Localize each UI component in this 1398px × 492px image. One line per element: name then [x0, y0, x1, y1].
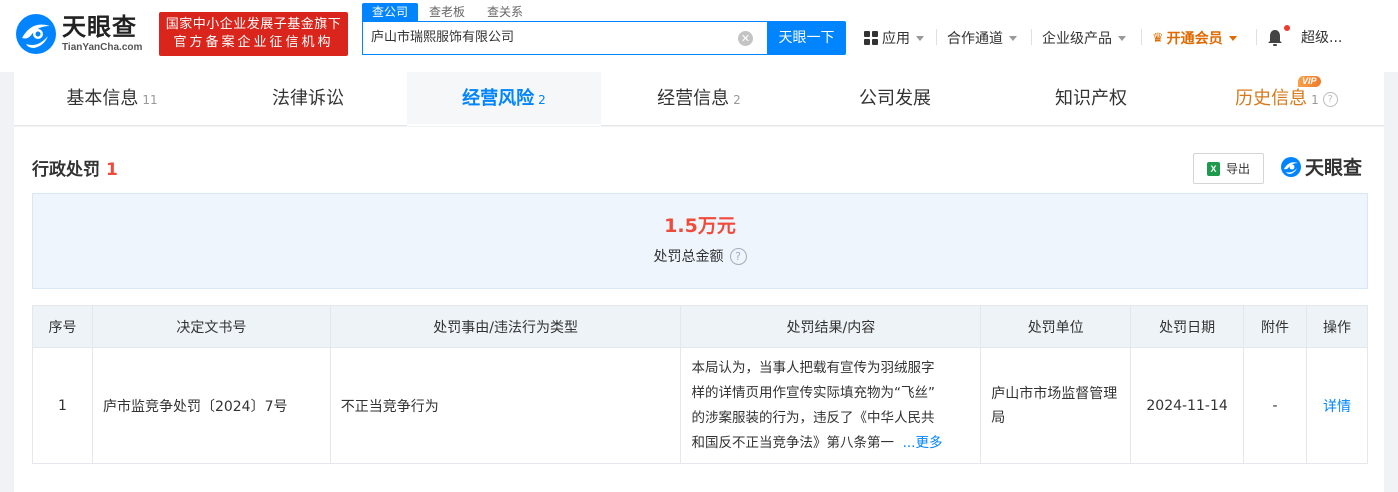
search-tab-company[interactable]: 查公司 [362, 3, 419, 21]
clear-icon[interactable]: ✕ [738, 31, 753, 46]
cell-index: 1 [32, 347, 93, 464]
result-line: 本局认为，当事人把载有宣传为羽绒服字 [691, 359, 935, 376]
tab-label: 知识产权 [1055, 88, 1127, 109]
tab-label: 历史信息 [1235, 88, 1308, 109]
brand-text: 天眼查 [1305, 157, 1363, 179]
cell-authority: 庐山市市场监督管理局 [980, 347, 1132, 464]
tab-label: 经营风险 [462, 88, 535, 109]
cell-reason: 不正当竞争行为 [329, 347, 682, 464]
search-tab-boss[interactable]: 查老板 [418, 3, 476, 21]
penalty-total-amount: 1.5万元 [664, 215, 736, 237]
section-count: 1 [106, 160, 118, 180]
penalty-total-label: 处罚总金额 [653, 249, 724, 265]
col-doc-no: 决定文书号 [91, 305, 331, 348]
penalty-summary: 1.5万元 处罚总金额 ? [32, 193, 1368, 289]
bell-icon[interactable] [1267, 29, 1283, 47]
nav-cooperation[interactable]: 合作通道 [947, 26, 1017, 50]
penalty-total-label-row: 处罚总金额 ? [33, 246, 1367, 266]
logo-text: 天眼查 [62, 13, 137, 41]
logo-icon [1281, 156, 1301, 177]
nav-vip-label: 开通会员 [1166, 31, 1223, 47]
col-index: 序号 [32, 305, 93, 348]
tab-label: 法律诉讼 [272, 88, 344, 109]
top-header: 天眼查 TianYanCha.com 国家中小企业发展子基金旗下 官方备案企业征… [0, 0, 1398, 72]
slogan-line-2: 官方备案企业征信机构 [173, 35, 334, 50]
tab-company-development[interactable]: 公司发展 [797, 72, 993, 126]
logo-icon [14, 12, 58, 56]
nav-enterprise-label: 企业级产品 [1042, 31, 1112, 47]
tab-count: 11 [142, 93, 158, 107]
cell-date: 2024-11-14 [1130, 347, 1245, 464]
chevron-down-icon [916, 35, 924, 41]
col-date: 处罚日期 [1130, 305, 1245, 348]
tab-operation-info[interactable]: 经营信息 2 [601, 72, 797, 126]
chevron-down-icon [1228, 35, 1237, 41]
table-header-row: 序号 决定文书号 处罚事由/违法行为类型 处罚结果/内容 处罚单位 处罚日期 附… [32, 305, 1368, 348]
result-line: 和国反不正当竞争法》第八条第一 [691, 434, 894, 451]
crown-icon: ♛ [1152, 30, 1164, 46]
chevron-down-icon [1118, 35, 1126, 41]
user-name[interactable]: 超级... [1301, 26, 1342, 50]
tab-label: 经营信息 [657, 88, 730, 109]
tab-count: 1 [1311, 93, 1319, 107]
section-tabs: 基本信息 11 法律诉讼 经营风险 2 经营信息 2 公司发展 知识产权 历史信息 1? [14, 72, 1384, 126]
vip-badge: VIP [1298, 76, 1321, 87]
search-input[interactable] [371, 22, 731, 54]
tab-intellectual-property[interactable]: 知识产权 [993, 72, 1189, 126]
nav-vip[interactable]: ♛ 开通会员 [1152, 26, 1237, 50]
export-label: 导出 [1225, 162, 1250, 176]
penalty-table: 序号 决定文书号 处罚事由/违法行为类型 处罚结果/内容 处罚单位 处罚日期 附… [32, 305, 1368, 464]
nav-cooperation-label: 合作通道 [947, 31, 1003, 47]
slogan-line-1: 国家中小企业发展子基金旗下 [165, 17, 342, 32]
col-attachment: 附件 [1243, 305, 1307, 348]
admin-penalty-section: 行政处罚 1 X 导出 天眼查 1.5万元 处罚总金额 ? 序号 决定文书号 处罚… [14, 127, 1384, 492]
tab-count: 2 [538, 93, 546, 107]
more-link[interactable]: ...更多 [903, 435, 943, 451]
cell-attachment: - [1243, 347, 1307, 464]
chevron-down-icon [1009, 35, 1017, 41]
search-box: ✕ [362, 21, 767, 55]
col-reason: 处罚事由/违法行为类型 [329, 305, 682, 348]
brand-watermark: 天眼查 [1280, 153, 1362, 180]
apps-grid-icon [864, 31, 878, 45]
tab-label: 公司发展 [859, 88, 931, 109]
search-tab-relation[interactable]: 查关系 [476, 3, 534, 21]
tab-label: 基本信息 [66, 88, 139, 109]
help-icon[interactable]: ? [1322, 91, 1338, 107]
tab-count: 2 [733, 93, 741, 107]
nav-enterprise[interactable]: 企业级产品 [1042, 26, 1126, 50]
cell-result: 本局认为，当事人把载有宣传为羽绒服字 样的详情页用作宣传实际填充物为“飞丝” 的… [680, 347, 982, 464]
nav-apps-label: 应用 [882, 31, 910, 47]
tab-operation-risk[interactable]: 经营风险 2 [407, 72, 601, 126]
tab-basic-info[interactable]: 基本信息 11 [14, 72, 210, 126]
result-line: 的涉案服装的行为，违反了《中华人民共 [691, 409, 935, 426]
tianyancha-logo[interactable]: 天眼查 TianYanCha.com [14, 12, 154, 56]
col-result: 处罚结果/内容 [680, 305, 982, 348]
table-row: 1 庐市监竞争处罚〔2024〕7号 不正当竞争行为 本局认为，当事人把载有宣传为… [32, 347, 1368, 464]
result-line-last: 和国反不正当竞争法》第八条第一 ...更多 [691, 431, 970, 456]
detail-link[interactable]: 详情 [1306, 347, 1368, 464]
search-type-tabs: 查公司 查老板 查关系 [362, 3, 534, 21]
result-line: 样的详情页用作宣传实际填充物为“飞丝” [691, 384, 935, 401]
logo-domain: TianYanCha.com [62, 42, 143, 53]
excel-icon: X [1206, 161, 1220, 176]
col-action: 操作 [1306, 305, 1368, 348]
slogan-badge: 国家中小企业发展子基金旗下 官方备案企业征信机构 [159, 12, 348, 56]
col-authority: 处罚单位 [980, 305, 1132, 348]
export-button[interactable]: X 导出 [1193, 153, 1264, 184]
help-icon[interactable]: ? [729, 247, 747, 265]
notification-dot [1284, 25, 1290, 31]
nav-apps[interactable]: 应用 [864, 26, 924, 50]
tab-litigation[interactable]: 法律诉讼 [210, 72, 406, 126]
search-button[interactable]: 天眼一下 [767, 21, 846, 55]
section-title: 行政处罚 1 [32, 155, 118, 180]
tab-history-info[interactable]: 历史信息 1? [1189, 72, 1384, 126]
cell-doc-no: 庐市监竞争处罚〔2024〕7号 [91, 347, 331, 464]
section-title-label: 行政处罚 [32, 160, 100, 180]
